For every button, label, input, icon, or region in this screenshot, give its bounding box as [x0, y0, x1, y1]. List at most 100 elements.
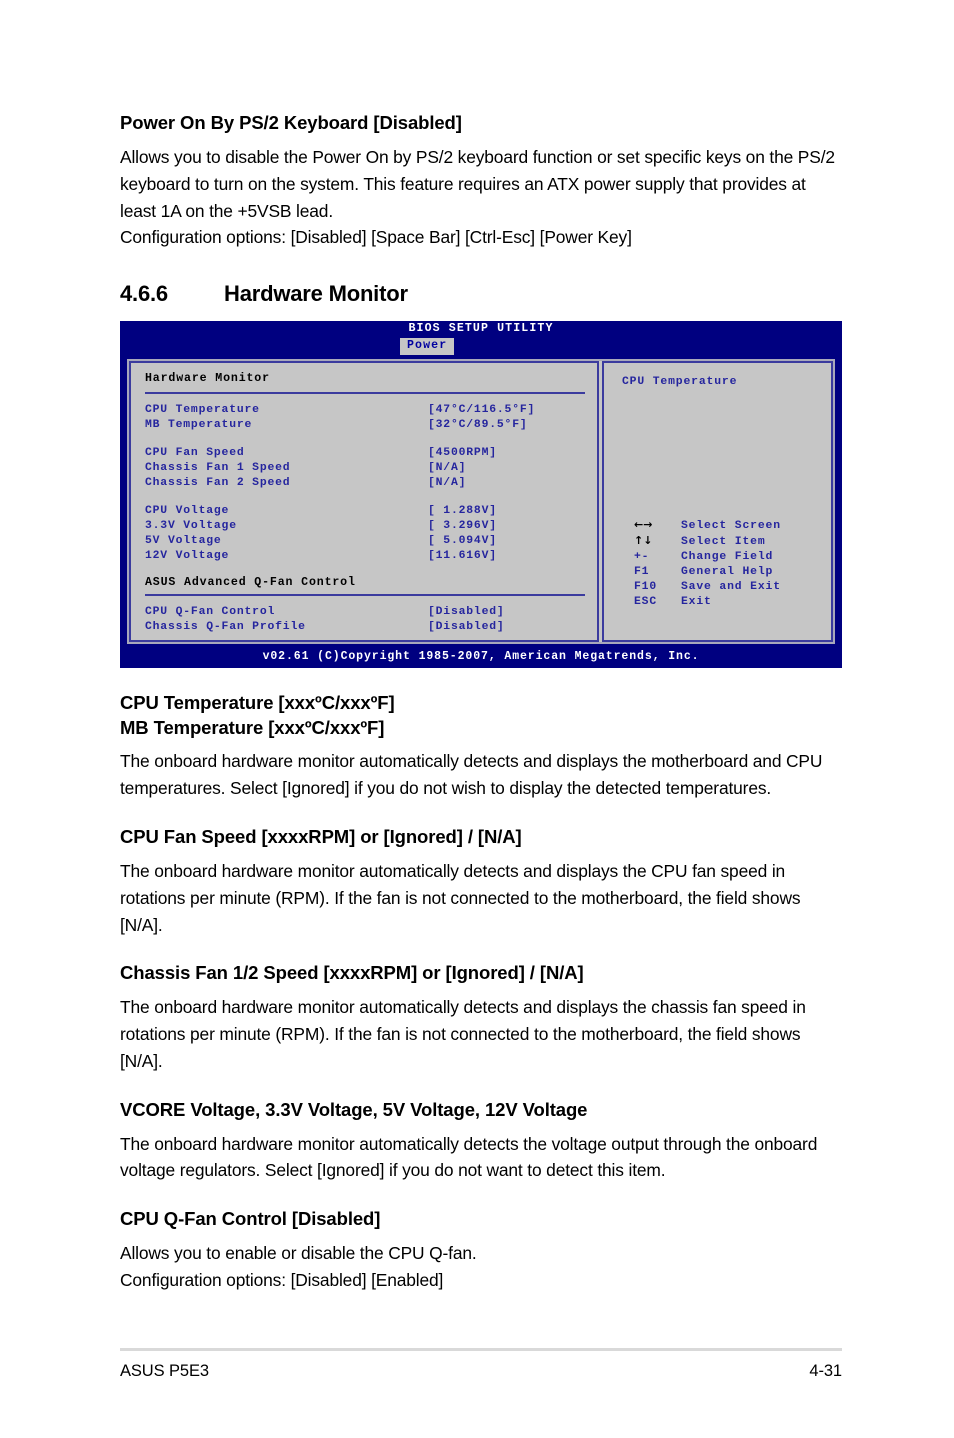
- item-value: [Disabled]: [428, 606, 505, 619]
- bios-key-legend: ←→ Select Screen ↑↓ Select Item +- Chang…: [634, 518, 781, 611]
- bios-item-chassis-qfan-profile[interactable]: Chassis Q-Fan Profile [Disabled]: [145, 620, 597, 635]
- qfan-subhead: ASUS Advanced Q-Fan Control: [145, 576, 356, 590]
- item-value: [ 3.296V]: [428, 520, 497, 533]
- footer-product-name: ASUS P5E3: [120, 1362, 209, 1380]
- cpu-fan-speed-heading: CPU Fan Speed [xxxxRPM] or [Ignored] / […: [120, 826, 522, 847]
- bios-body-wrap: Hardware Monitor CPU Temperature [47°C/1…: [121, 355, 841, 649]
- item-label: Chassis Fan 2 Speed: [145, 477, 291, 490]
- item-label: 3.3V Voltage: [145, 520, 237, 533]
- item-value: [32°C/89.5°F]: [428, 419, 528, 432]
- power-on-ps2-config-options: Configuration options: [Disabled] [Space…: [120, 227, 632, 248]
- bios-item-chassis-fan-2-speed[interactable]: Chassis Fan 2 Speed [N/A]: [145, 476, 597, 491]
- bios-item-12v-voltage[interactable]: 12V Voltage [11.616V]: [145, 549, 597, 564]
- cpu-fan-speed-paragraph: The onboard hardware monitor automatical…: [120, 860, 801, 935]
- cpu-temperature-heading: CPU Temperature [xxxºC/xxxºF]: [120, 691, 395, 713]
- bios-help-panel: CPU Temperature ←→ Select Screen ↑↓ Sele…: [602, 361, 833, 643]
- cpu-qfan-control-config-options: Configuration options: [Disabled] [Enabl…: [120, 1269, 444, 1290]
- page-content: Power On By PS/2 Keyboard [Disabled] All…: [120, 112, 842, 1294]
- item-label: MB Temperature: [145, 419, 253, 432]
- section-heading: 4.6.6 Hardware Monitor: [120, 281, 842, 307]
- legend-label: Select Screen: [681, 519, 781, 532]
- legend-label: Exit: [681, 596, 712, 609]
- bios-body: Hardware Monitor CPU Temperature [47°C/1…: [127, 359, 835, 645]
- legend-row-general-help: F1 General Help: [634, 565, 781, 580]
- item-label: CPU Voltage: [145, 505, 230, 518]
- bios-item-chassis-fan-1-speed[interactable]: Chassis Fan 1 Speed [N/A]: [145, 461, 597, 476]
- up-down-arrow-icon: ↑↓: [634, 533, 653, 547]
- divider: [145, 392, 585, 395]
- page-footer: ASUS P5E3 4-31: [120, 1348, 842, 1381]
- bios-setup-screenshot: BIOS SETUP UTILITY Power Hardware Monito…: [120, 321, 842, 668]
- item-value: [ 5.094V]: [428, 535, 497, 548]
- section-number: 4.6.6: [120, 281, 168, 307]
- bios-tab-row: Power: [121, 338, 841, 356]
- left-right-arrow-icon: ←→: [634, 517, 653, 531]
- footer-divider: [120, 1348, 842, 1351]
- section-title: Hardware Monitor: [224, 281, 408, 307]
- item-label: Chassis Fan 1 Speed: [145, 462, 291, 475]
- tab-power[interactable]: Power: [400, 338, 455, 356]
- bios-item-mb-temperature[interactable]: MB Temperature [32°C/89.5°F]: [145, 418, 597, 433]
- divider: [145, 594, 585, 597]
- power-on-ps2-heading: Power On By PS/2 Keyboard [Disabled]: [120, 112, 462, 133]
- legend-row-save-and-exit: F10 Save and Exit: [634, 580, 781, 595]
- item-value: [47°C/116.5°F]: [428, 404, 536, 417]
- bios-item-cpu-temperature[interactable]: CPU Temperature [47°C/116.5°F]: [145, 403, 597, 418]
- item-value: [11.616V]: [428, 550, 497, 563]
- manual-page: Power On By PS/2 Keyboard [Disabled] All…: [0, 0, 954, 1438]
- esc-key-icon: ESC: [634, 596, 658, 609]
- voltage-paragraph: The onboard hardware monitor automatical…: [120, 1133, 818, 1181]
- bios-item-3v3-voltage[interactable]: 3.3V Voltage [ 3.296V]: [145, 519, 597, 534]
- cpu-qfan-control-heading: CPU Q-Fan Control [Disabled]: [120, 1208, 381, 1230]
- item-label: 5V Voltage: [145, 535, 222, 548]
- f10-key-icon: F10: [634, 581, 658, 594]
- legend-label: Select Item: [681, 535, 766, 548]
- bios-copyright-bar: v02.61 (C)Copyright 1985-2007, American …: [121, 648, 841, 667]
- item-value: [4500RPM]: [428, 447, 497, 460]
- voltage-heading: VCORE Voltage, 3.3V Voltage, 5V Voltage,…: [120, 1098, 588, 1120]
- item-label: CPU Fan Speed: [145, 447, 245, 460]
- mb-temperature-heading: MB Temperature [xxxºC/xxxºF]: [120, 716, 385, 738]
- footer-row: ASUS P5E3 4-31: [120, 1362, 842, 1381]
- help-panel-title: CPU Temperature: [622, 376, 738, 389]
- item-value: [N/A]: [428, 477, 467, 490]
- legend-label: Save and Exit: [681, 581, 781, 594]
- f1-key-icon: F1: [634, 565, 650, 578]
- bios-titlebar: BIOS SETUP UTILITY: [121, 322, 841, 339]
- bios-item-cpu-voltage[interactable]: CPU Voltage [ 1.288V]: [145, 504, 597, 519]
- plus-minus-icon: +-: [634, 550, 650, 563]
- power-on-ps2-paragraph: Allows you to disable the Power On by PS…: [120, 146, 835, 221]
- temperature-paragraph: The onboard hardware monitor automatical…: [120, 751, 823, 799]
- legend-label: General Help: [681, 565, 774, 578]
- bios-item-cpu-qfan-control[interactable]: CPU Q-Fan Control [Disabled]: [145, 605, 597, 620]
- hardware-monitor-panel-title: Hardware Monitor: [145, 372, 270, 386]
- item-label: CPU Q-Fan Control: [145, 606, 276, 619]
- chassis-fan-speed-heading: Chassis Fan 1/2 Speed [xxxxRPM] or [Igno…: [120, 962, 584, 984]
- legend-row-change-field: +- Change Field: [634, 550, 781, 565]
- legend-row-select-item: ↑↓ Select Item: [634, 534, 781, 550]
- cpu-qfan-control-paragraph: Allows you to enable or disable the CPU …: [120, 1243, 477, 1263]
- page-number: 4-31: [809, 1362, 842, 1380]
- legend-row-exit: ESC Exit: [634, 595, 781, 610]
- item-value: [ 1.288V]: [428, 505, 497, 518]
- item-label: CPU Temperature: [145, 404, 260, 417]
- bios-settings-panel: Hardware Monitor CPU Temperature [47°C/1…: [129, 361, 599, 643]
- item-value: [N/A]: [428, 462, 467, 475]
- chassis-fan-speed-paragraph: The onboard hardware monitor automatical…: [120, 997, 806, 1071]
- item-value: [Disabled]: [428, 621, 505, 634]
- item-label: 12V Voltage: [145, 550, 230, 563]
- bios-item-cpu-fan-speed[interactable]: CPU Fan Speed [4500RPM]: [145, 446, 597, 461]
- bios-item-5v-voltage[interactable]: 5V Voltage [ 5.094V]: [145, 534, 597, 549]
- legend-row-select-screen: ←→ Select Screen: [634, 518, 781, 534]
- legend-label: Change Field: [681, 550, 774, 563]
